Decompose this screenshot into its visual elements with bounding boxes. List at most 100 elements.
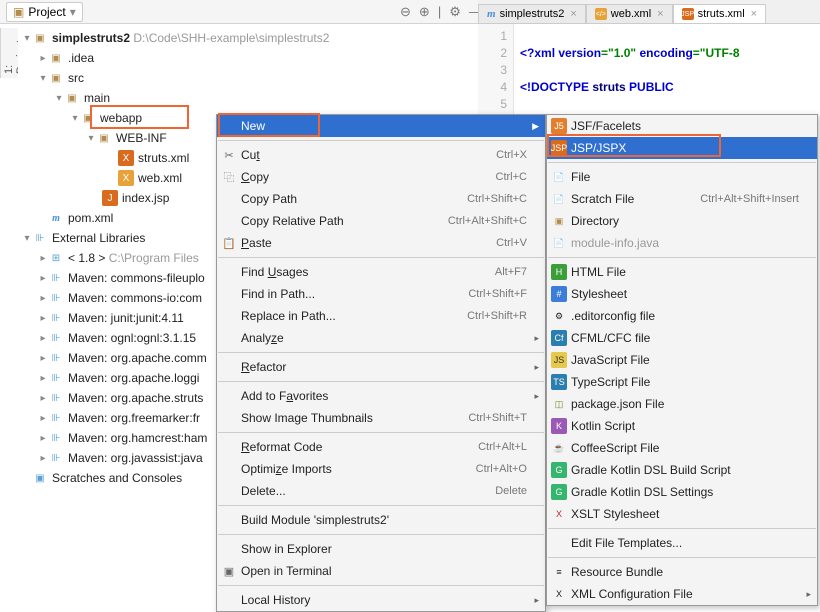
folder-icon: ▣ — [48, 50, 64, 66]
xslt-icon: X — [551, 506, 567, 522]
menu-item-build[interactable]: Build Module 'simplestruts2' — [217, 509, 545, 531]
editor-tab[interactable]: </>web.xml× — [586, 4, 673, 23]
menu-label: Stylesheet — [571, 287, 627, 301]
menu-label: module-info.java — [571, 236, 659, 250]
code-editor[interactable]: 1 2 3 4 5 <?xml version="1.0" encoding="… — [478, 24, 820, 116]
close-icon[interactable]: × — [657, 8, 663, 20]
project-icon: ▣ — [13, 5, 24, 19]
xml-file-icon: JSP — [682, 8, 694, 20]
menu-item-optimize[interactable]: Optimize ImportsCtrl+Alt+O — [217, 458, 545, 480]
menu-label: Cut — [241, 148, 260, 162]
menu-label: Show Image Thumbnails — [241, 411, 373, 425]
html-icon: H — [551, 264, 567, 280]
menu-label: TypeScript File — [571, 375, 650, 389]
submenu-scratch[interactable]: 📄Scratch FileCtrl+Alt+Shift+Insert — [547, 188, 817, 210]
editor-tab[interactable]: msimplestruts2× — [478, 4, 586, 23]
editorconfig-icon: ⚙ — [551, 308, 567, 324]
tree-node-src[interactable]: ▾▣src — [18, 68, 478, 88]
menu-item-refactor[interactable]: Refactor▸ — [217, 356, 545, 378]
scratch-icon: ▣ — [32, 470, 48, 486]
submenu-html[interactable]: HHTML File — [547, 261, 817, 283]
collapse-icon[interactable]: ⊖ — [400, 4, 411, 20]
close-icon[interactable]: × — [751, 8, 757, 20]
jsf-icon: J5 — [551, 118, 567, 134]
menu-separator — [218, 257, 544, 258]
coffeescript-icon: ☕ — [551, 440, 567, 456]
tree-label: Maven: org.apache.struts — [68, 391, 203, 405]
submenu-ts[interactable]: TSTypeScript File — [547, 371, 817, 393]
submenu-js[interactable]: JSJavaScript File — [547, 349, 817, 371]
cfml-icon: Cf — [551, 330, 567, 346]
tree-label: Maven: org.freemarker:fr — [68, 411, 200, 425]
shortcut: Alt+F7 — [495, 266, 527, 278]
tree-root[interactable]: ▾▣ simplestruts2 D:\Code\SHH-example\sim… — [18, 28, 478, 48]
submenu-file[interactable]: 📄File — [547, 166, 817, 188]
menu-label: Kotlin Script — [571, 419, 635, 433]
library-icon: ⊪ — [48, 310, 64, 326]
editor-tab[interactable]: JSPstruts.xml× — [673, 4, 767, 23]
menu-item-analyze[interactable]: Analyze▸ — [217, 327, 545, 349]
menu-label: New — [241, 119, 265, 133]
menu-label: CFML/CFC file — [571, 331, 650, 345]
menu-item-history[interactable]: Local History▸ — [217, 589, 545, 611]
maven-file-icon: m — [487, 8, 496, 20]
menu-item-thumbnails[interactable]: Show Image ThumbnailsCtrl+Shift+T — [217, 407, 545, 429]
submenu-cfml[interactable]: Cf CFML/CFC file — [547, 327, 817, 349]
shortcut: Ctrl+Shift+C — [467, 193, 527, 205]
chevron-right-icon: ▶ — [532, 121, 539, 132]
menu-item-find-usages[interactable]: Find UsagesAlt+F7 — [217, 261, 545, 283]
tree-label: .idea — [68, 51, 94, 65]
submenu-xml-config[interactable]: XXML Configuration File▸ — [547, 583, 817, 605]
submenu-jsp[interactable]: JSPJSP/JSPX — [547, 137, 817, 159]
tree-root-label: simplestruts2 — [52, 31, 130, 45]
library-icon: ⊪ — [48, 350, 64, 366]
tree-label: Maven: org.apache.loggi — [68, 371, 199, 385]
menu-item-paste[interactable]: 📋PasteCtrl+V — [217, 232, 545, 254]
menu-separator — [218, 352, 544, 353]
submenu-editorconfig[interactable]: ⚙.editorconfig file — [547, 305, 817, 327]
menu-item-copy[interactable]: ⿻CopyCtrl+C — [217, 166, 545, 188]
submenu-resource-bundle[interactable]: ≡Resource Bundle — [547, 561, 817, 583]
submenu-kotlin[interactable]: KKotlin Script — [547, 415, 817, 437]
menu-item-copy-path[interactable]: Copy PathCtrl+Shift+C — [217, 188, 545, 210]
submenu-jsf[interactable]: J5JSF/Facelets — [547, 115, 817, 137]
submenu-module-info[interactable]: 📄module-info.java — [547, 232, 817, 254]
menu-item-new[interactable]: New ▶ — [217, 115, 545, 137]
submenu-package-json[interactable]: ◫package.json File — [547, 393, 817, 415]
javascript-icon: JS — [551, 352, 567, 368]
submenu-css[interactable]: #Stylesheet — [547, 283, 817, 305]
submenu-gradle-build[interactable]: GGradle Kotlin DSL Build Script — [547, 459, 817, 481]
menu-item-terminal[interactable]: ▣Open in Terminal — [217, 560, 545, 582]
submenu-gradle-settings[interactable]: GGradle Kotlin DSL Settings — [547, 481, 817, 503]
folder-icon: ▣ — [96, 130, 112, 146]
menu-separator — [218, 432, 544, 433]
tree-label: WEB-INF — [116, 131, 167, 145]
close-icon[interactable]: × — [570, 8, 576, 20]
shortcut: Ctrl+X — [496, 149, 527, 161]
menu-item-reformat[interactable]: Reformat CodeCtrl+Alt+L — [217, 436, 545, 458]
menu-item-delete[interactable]: Delete...Delete — [217, 480, 545, 502]
submenu-directory[interactable]: ▣Directory — [547, 210, 817, 232]
menu-item-copy-rel[interactable]: Copy Relative PathCtrl+Alt+Shift+C — [217, 210, 545, 232]
menu-label: XML Configuration File — [571, 587, 693, 601]
tree-node-main[interactable]: ▾▣main — [18, 88, 478, 108]
menu-label: Local History — [241, 593, 310, 607]
gear-icon[interactable]: ⚙ — [449, 4, 461, 20]
submenu-edit-templates[interactable]: Edit File Templates... — [547, 532, 817, 554]
menu-label: Copy Relative Path — [241, 214, 344, 228]
tree-node-idea[interactable]: ▸▣.idea — [18, 48, 478, 68]
locate-icon[interactable]: ⊕ — [419, 4, 430, 20]
menu-label: Gradle Kotlin DSL Settings — [571, 485, 713, 499]
copy-icon: ⿻ — [221, 169, 237, 185]
menu-item-favorites[interactable]: Add to Favorites▸ — [217, 385, 545, 407]
project-view-label: Project — [28, 5, 65, 19]
submenu-coffee[interactable]: ☕CoffeeScript File — [547, 437, 817, 459]
menu-item-cut[interactable]: ✂CutCtrl+X — [217, 144, 545, 166]
menu-item-find-in-path[interactable]: Find in Path...Ctrl+Shift+F — [217, 283, 545, 305]
menu-item-replace-in-path[interactable]: Replace in Path...Ctrl+Shift+R — [217, 305, 545, 327]
menu-label: Add to Favorites — [241, 389, 328, 403]
submenu-xslt[interactable]: XXSLT Stylesheet — [547, 503, 817, 525]
project-view-selector[interactable]: ▣ Project ▾ — [6, 2, 83, 22]
menu-item-explorer[interactable]: Show in Explorer — [217, 538, 545, 560]
menu-label: Paste — [241, 236, 272, 250]
